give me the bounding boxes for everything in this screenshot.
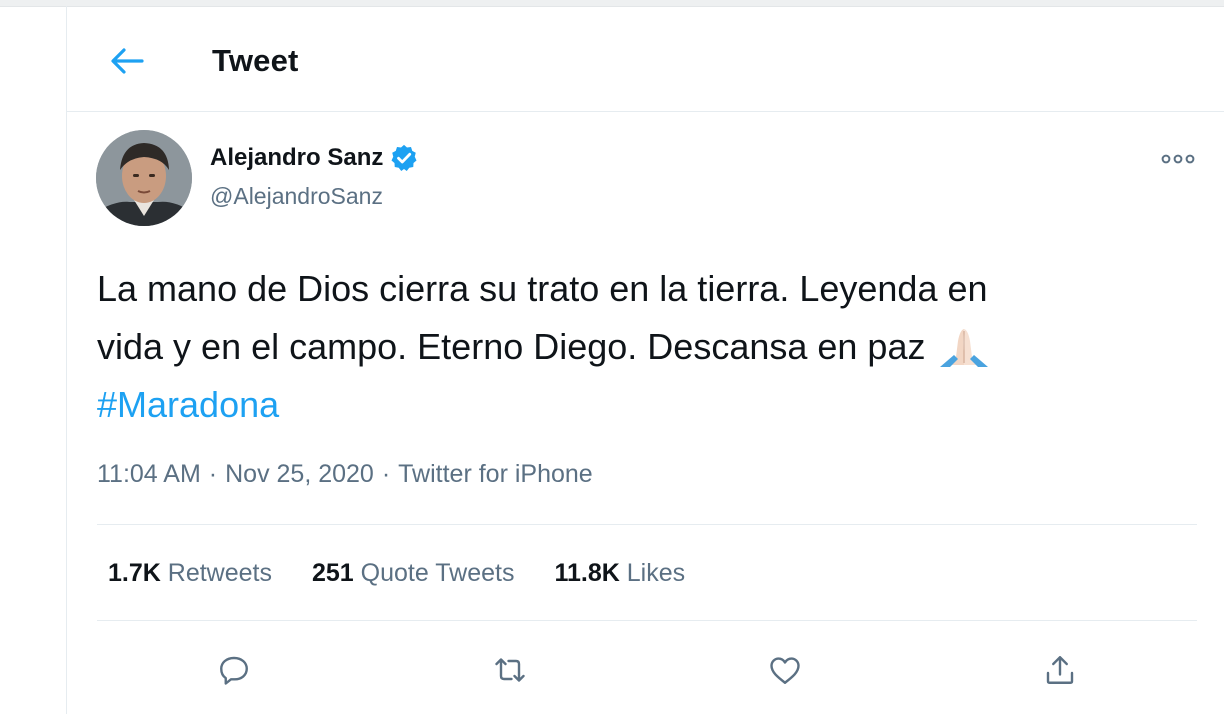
separator-dot: ·	[381, 460, 391, 488]
arrow-left-icon	[111, 48, 144, 74]
likes-label: Likes	[626, 559, 686, 587]
author-name-label: Alejandro Sanz	[210, 144, 384, 171]
reply-icon	[220, 656, 248, 685]
reply-button[interactable]	[212, 648, 256, 692]
hashtag-link[interactable]: #Maradona	[97, 376, 1197, 434]
retweet-button[interactable]	[488, 648, 532, 692]
engagement-stats: 1.7K Retweets 251 Quote Tweets 11.8K Lik…	[108, 559, 685, 588]
tweet-text-line: vida y en el campo. Eterno Diego. Descan…	[97, 326, 926, 367]
author-name[interactable]: Alejandro Sanz	[210, 143, 419, 173]
tweet-metadata: 11:04 AM · Nov 25, 2020 · Twitter for iPhone	[97, 460, 593, 489]
avatar-photo	[96, 130, 192, 226]
separator-dot: ·	[208, 460, 218, 488]
more-horizontal-icon	[1161, 154, 1195, 164]
divider	[97, 620, 1197, 621]
tweet-source[interactable]: Twitter for iPhone	[398, 460, 593, 488]
share-button[interactable]	[1038, 648, 1082, 692]
like-icon	[770, 657, 800, 684]
like-button[interactable]	[763, 648, 807, 692]
back-button[interactable]	[105, 39, 149, 83]
tweet-text-line: La mano de Dios cierra su trato en la ti…	[97, 268, 988, 309]
quote-tweets-count: 251	[311, 559, 354, 587]
window-top-edge	[0, 0, 1224, 7]
tweet-date[interactable]: Nov 25, 2020	[225, 460, 374, 488]
more-options-button[interactable]	[1158, 146, 1198, 172]
divider	[97, 524, 1197, 525]
page-header: Tweet	[67, 7, 1224, 112]
quote-tweets-label: Quote Tweets	[360, 559, 515, 587]
likes-stat[interactable]: 11.8K Likes	[554, 559, 685, 588]
retweets-count: 1.7K	[108, 559, 161, 587]
avatar[interactable]	[96, 130, 192, 226]
author-handle[interactable]: @AlejandroSanz	[210, 183, 383, 210]
tweet-time[interactable]: 11:04 AM	[97, 460, 201, 488]
retweets-stat[interactable]: 1.7K Retweets	[108, 559, 272, 588]
tweet-text: La mano de Dios cierra su trato en la ti…	[97, 260, 1197, 434]
share-icon	[1046, 656, 1074, 684]
column-left-border	[66, 6, 67, 714]
page-title: Tweet	[212, 43, 299, 78]
likes-count: 11.8K	[554, 559, 620, 587]
tweet-text-line-with-emoji: vida y en el campo. Eterno Diego. Descan…	[97, 318, 1197, 376]
retweets-label: Retweets	[167, 559, 272, 587]
verified-badge-icon	[391, 144, 417, 171]
quote-tweets-stat[interactable]: 251 Quote Tweets	[312, 559, 514, 588]
retweet-icon	[495, 658, 525, 682]
folded-hands-emoji	[939, 329, 988, 367]
